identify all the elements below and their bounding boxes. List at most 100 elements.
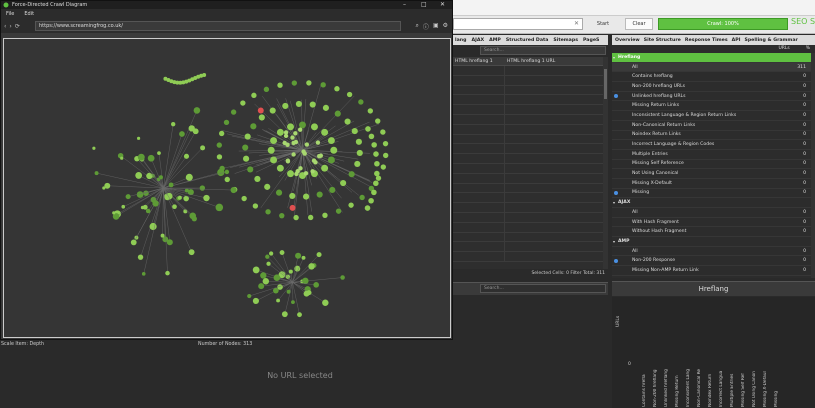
graph-node[interactable] — [177, 195, 182, 200]
graph-node[interactable] — [202, 73, 207, 78]
graph-node[interactable] — [241, 195, 247, 202]
graph-node-error[interactable] — [289, 204, 296, 211]
graph-node[interactable] — [306, 80, 312, 86]
graph-node[interactable] — [301, 149, 306, 154]
graph-node[interactable] — [157, 151, 161, 155]
graph-node[interactable] — [295, 100, 302, 107]
graph-node[interactable] — [308, 263, 315, 270]
graph-node[interactable] — [265, 254, 270, 259]
graph-node[interactable] — [276, 298, 281, 303]
graph-node[interactable] — [359, 194, 365, 201]
graph-node[interactable] — [166, 239, 173, 246]
graph-node[interactable] — [322, 212, 328, 218]
graph-node[interactable] — [310, 169, 315, 174]
graph-node[interactable] — [267, 146, 275, 154]
graph-node[interactable] — [299, 121, 306, 129]
graph-node[interactable] — [368, 197, 374, 204]
overview-row[interactable]: Without Hash Fragment 0 — [612, 227, 815, 238]
graph-node[interactable] — [145, 208, 151, 214]
graph-node[interactable] — [243, 155, 250, 162]
table-row[interactable] — [453, 232, 603, 243]
graph-node[interactable] — [217, 168, 225, 177]
menu-file[interactable]: File — [6, 11, 14, 17]
graph-node[interactable] — [316, 191, 323, 198]
overview-row[interactable]: All 0 — [612, 247, 815, 257]
graph-node[interactable] — [168, 182, 174, 188]
graph-node[interactable] — [320, 82, 326, 88]
table-row[interactable] — [453, 203, 603, 213]
graph-node[interactable] — [224, 169, 230, 175]
graph-node[interactable] — [321, 128, 329, 136]
overview-row[interactable]: With Hash Fragment 0 — [612, 218, 815, 228]
graph-node[interactable] — [136, 191, 144, 198]
graph-node[interactable] — [112, 211, 116, 215]
graph-node[interactable] — [288, 269, 293, 274]
graph-node[interactable] — [258, 114, 265, 121]
graph-node[interactable] — [355, 138, 362, 145]
graph-node[interactable] — [277, 82, 283, 88]
graph-node[interactable] — [303, 290, 310, 297]
graph-node[interactable] — [354, 160, 361, 168]
tab-sitemaps[interactable]: Sitemaps — [553, 38, 578, 43]
graph-node[interactable] — [295, 252, 302, 259]
lower-search-input[interactable]: Search... — [480, 284, 606, 293]
graph-node[interactable] — [240, 100, 246, 106]
graph-node[interactable] — [223, 119, 230, 126]
graph-node[interactable] — [281, 311, 288, 318]
graph-node[interactable] — [165, 270, 170, 276]
info-icon[interactable] — [614, 94, 618, 99]
graph-node[interactable] — [242, 144, 249, 151]
graph-node[interactable] — [247, 166, 254, 173]
graph-node[interactable] — [287, 123, 294, 131]
forward-icon[interactable]: › — [9, 23, 11, 30]
graph-node[interactable] — [254, 175, 261, 183]
graph-node[interactable] — [293, 139, 299, 145]
graph-node[interactable] — [276, 164, 284, 172]
graph-node[interactable] — [282, 140, 287, 146]
graph-node[interactable] — [137, 136, 141, 140]
graph-node[interactable] — [307, 214, 314, 221]
graph-node[interactable] — [322, 299, 329, 306]
graph-node[interactable] — [321, 164, 329, 172]
graph-node[interactable] — [270, 156, 278, 164]
graph-node[interactable] — [313, 160, 318, 165]
graph-node[interactable] — [313, 282, 319, 288]
table-row[interactable] — [453, 163, 603, 174]
graph-node[interactable] — [371, 189, 377, 196]
graph-node[interactable] — [279, 213, 285, 219]
graph-node[interactable] — [346, 91, 353, 98]
window-titlebar[interactable]: Force-Directed Crawl Diagram – □ ✕ — [1, 1, 452, 9]
column-urls[interactable]: URLs — [778, 45, 789, 53]
graph-node[interactable] — [348, 171, 355, 178]
graph-node[interactable] — [283, 130, 289, 135]
graph-node-error[interactable] — [257, 107, 264, 114]
chevron-down-icon[interactable]: ▾ — [613, 55, 615, 60]
graph-node[interactable] — [269, 251, 274, 256]
overview-row[interactable]: Multiple Entries 0 — [612, 150, 815, 160]
table-row[interactable] — [453, 222, 603, 233]
graph-node[interactable] — [303, 171, 309, 176]
graph-node[interactable] — [200, 145, 206, 151]
graph-node[interactable] — [330, 146, 338, 154]
graph-node[interactable] — [358, 99, 364, 105]
graph-node[interactable] — [92, 146, 96, 150]
graph-node[interactable] — [184, 188, 189, 193]
graph-node[interactable] — [215, 203, 224, 212]
center-search-input[interactable]: Search... — [480, 46, 606, 55]
graph-node[interactable] — [304, 142, 310, 147]
graph-node[interactable] — [199, 185, 206, 191]
graph-node[interactable] — [147, 154, 155, 162]
back-icon[interactable]: ‹ — [4, 23, 6, 30]
graph-node[interactable] — [371, 142, 377, 148]
graph-node[interactable] — [172, 204, 177, 210]
tab-ajax[interactable]: AJAX — [471, 38, 484, 43]
column-header-hreflang-1-url[interactable]: HTML hreflang 1 URL — [505, 57, 555, 65]
graph-node[interactable] — [335, 208, 342, 214]
center-scrollbar[interactable] — [603, 57, 608, 269]
graph-node[interactable] — [374, 160, 380, 167]
graph-node[interactable] — [364, 205, 371, 211]
graph-node[interactable] — [356, 149, 363, 157]
overview-row[interactable]: All 311 — [612, 62, 815, 73]
graph-node[interactable] — [263, 86, 270, 93]
graph-node[interactable] — [121, 204, 126, 209]
